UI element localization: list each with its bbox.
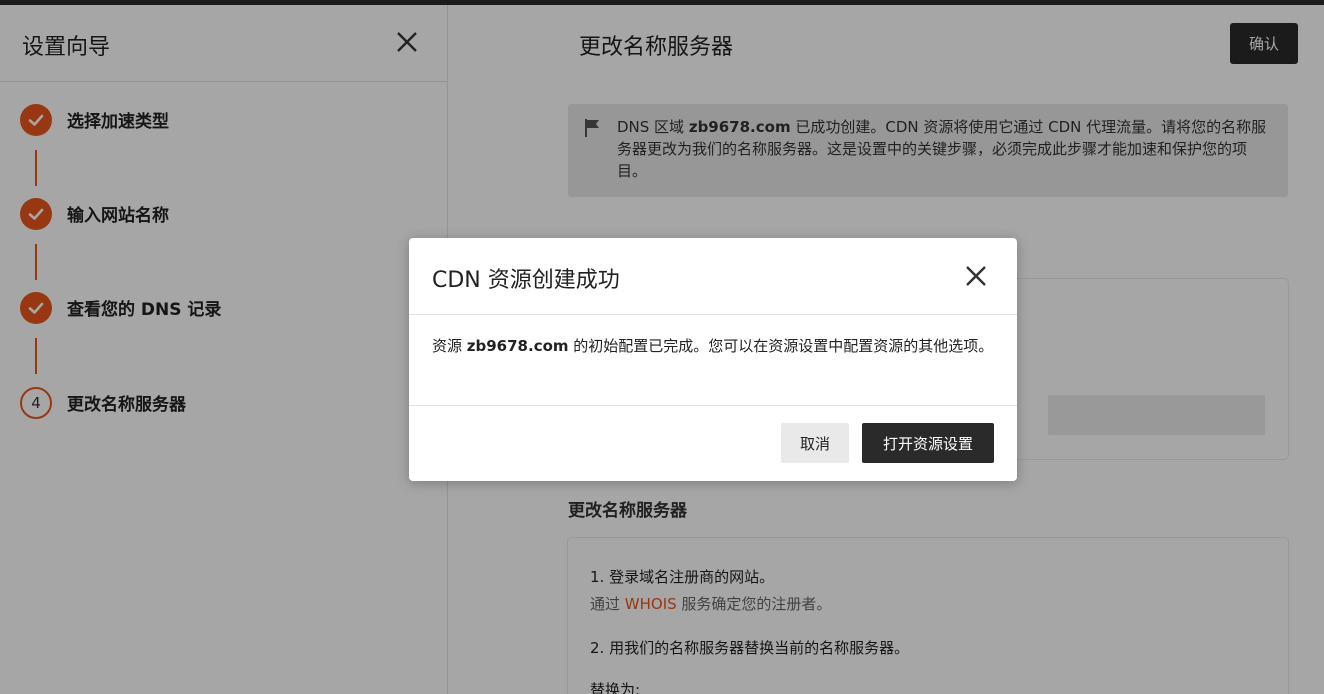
- cancel-button[interactable]: 取消: [781, 423, 849, 463]
- close-icon[interactable]: [963, 263, 989, 289]
- dialog-title: CDN 资源创建成功: [432, 268, 620, 293]
- dialog-footer: 取消 打开资源设置: [409, 405, 1017, 481]
- dialog-header: CDN 资源创建成功: [409, 238, 1017, 315]
- dialog-body: 资源 zb9678.com 的初始配置已完成。您可以在资源设置中配置资源的其他选…: [432, 335, 998, 358]
- dialog-domain: zb9678.com: [466, 337, 569, 355]
- open-resource-settings-button[interactable]: 打开资源设置: [862, 423, 994, 463]
- success-dialog: CDN 资源创建成功 资源 zb9678.com 的初始配置已完成。您可以在资源…: [409, 238, 1017, 481]
- dialog-body-suffix: 的初始配置已完成。您可以在资源设置中配置资源的其他选项。: [568, 337, 994, 355]
- dialog-body-prefix: 资源: [432, 337, 467, 355]
